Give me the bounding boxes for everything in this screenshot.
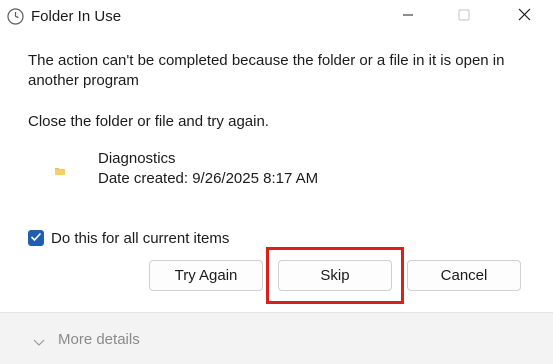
window-title: Folder In Use [31, 8, 122, 25]
footer: More details [0, 312, 553, 364]
checkmark-icon [30, 229, 42, 247]
cancel-button[interactable]: Cancel [407, 260, 521, 291]
item-date-created: Date created: 9/26/2025 8:17 AM [98, 170, 319, 187]
maximize-icon [458, 8, 470, 26]
apply-all-checkbox[interactable] [28, 230, 44, 246]
minimize-icon [402, 8, 414, 26]
apply-all-label[interactable]: Do this for all current items [51, 229, 229, 249]
item-name: Diagnostics [98, 150, 176, 167]
minimize-button[interactable] [385, 0, 431, 34]
clock-icon [7, 8, 24, 25]
more-details-link[interactable]: More details [58, 331, 140, 348]
instruction-message: Close the folder or file and try again. [28, 113, 269, 130]
title-bar[interactable]: Folder In Use [0, 0, 553, 34]
try-again-button[interactable]: Try Again [149, 260, 263, 291]
close-button[interactable] [501, 0, 547, 34]
skip-highlight-box [266, 247, 404, 304]
folder-in-use-dialog: Folder In Use The action can't be comple… [0, 0, 553, 364]
chevron-down-icon[interactable] [33, 334, 45, 346]
folder-icon [55, 162, 65, 175]
error-message: The action can't be completed because th… [28, 52, 505, 89]
maximize-button [441, 0, 487, 34]
close-icon [518, 8, 531, 26]
